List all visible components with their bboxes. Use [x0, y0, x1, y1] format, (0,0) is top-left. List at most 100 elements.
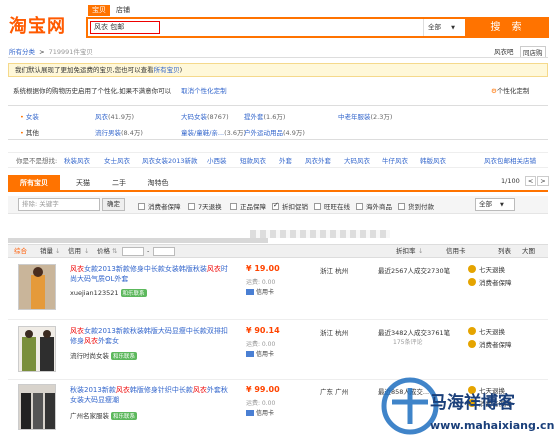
filter-checkbox[interactable]: 海外商品 — [356, 201, 392, 211]
category-item[interactable]: 流行男装(8.4万) — [95, 127, 143, 137]
filter-checkbox[interactable]: 货到付款 — [398, 201, 434, 211]
product-title[interactable]: 秋装2013新款风衣韩版修身针织中长款风衣外套秋女装大码显瘦潮 — [70, 385, 232, 405]
cancel-personalize-link[interactable]: 取消个性化定制 — [181, 87, 227, 95]
sort-credit[interactable]: 信用 — [68, 245, 81, 257]
category-item-name[interactable]: 大码女装 — [181, 113, 207, 121]
seller-name[interactable]: xuejian123521 — [70, 289, 119, 297]
exclude-keyword-input[interactable]: 排除: 关键字 — [18, 198, 100, 211]
checkbox-checked-icon[interactable] — [272, 201, 279, 210]
title-text: 秋装2013新款 — [70, 386, 116, 394]
next-page-button[interactable]: > — [537, 176, 549, 186]
filter-checkbox[interactable]: 正品保障 — [230, 201, 266, 211]
personalize-settings-label: 个性化定制 — [496, 87, 530, 95]
product-reviews[interactable]: 175条评论 — [393, 337, 422, 346]
notice-bar: 我们默认展现了更加免运费的宝贝,您也可以查看所有宝贝) — [8, 63, 548, 77]
checkbox-icon[interactable] — [398, 203, 405, 210]
seller-name[interactable]: 流行时尚女装 — [70, 352, 109, 360]
category-item[interactable]: 风衣(41.9万) — [95, 111, 134, 121]
checkbox-icon[interactable] — [230, 203, 237, 210]
suggestion-item[interactable]: 小西装 — [207, 153, 227, 169]
checkbox-icon[interactable] — [356, 203, 363, 210]
checkbox-icon[interactable] — [138, 203, 145, 210]
confirm-button[interactable]: 确定 — [102, 198, 125, 211]
filter-checkbox[interactable]: 折扣促销 — [272, 201, 308, 211]
price-min-input[interactable] — [122, 247, 144, 256]
filter-checkbox[interactable]: 消费者保障 — [138, 201, 181, 211]
filter-checkbox[interactable]: 7天退换 — [188, 201, 222, 211]
product-title[interactable]: 风衣女款2013新款秋装韩版大码显瘦中长款双排扣修身风衣外套女 — [70, 326, 232, 346]
contact-badge[interactable]: 和乐联系 — [111, 352, 138, 360]
checkbox-icon[interactable] — [188, 203, 195, 210]
product-price: ¥ 99.00 — [246, 385, 280, 394]
tab-all-items[interactable]: 所有宝贝 — [8, 175, 60, 192]
tab-secondhand[interactable]: 二手 — [104, 175, 134, 192]
suggestion-item[interactable]: 大码风衣 — [344, 153, 370, 169]
product-thumbnail[interactable] — [18, 264, 56, 310]
product-thumbnail[interactable] — [18, 384, 56, 430]
suggestion-item[interactable]: 韩版风衣 — [420, 153, 446, 169]
search-tab-items[interactable]: 宝贝 — [88, 5, 110, 16]
suggestion-item[interactable]: 风衣女装2013新款 — [142, 153, 198, 169]
contact-badge[interactable]: 和乐联系 — [111, 412, 138, 420]
search-button[interactable]: 搜 索 — [467, 17, 549, 38]
seller-name[interactable]: 广州名家服装 — [70, 412, 109, 420]
category-label-other: • 其他 — [20, 127, 39, 137]
link-fengyi-ba[interactable]: 风衣吧 — [494, 46, 514, 56]
sort-sales[interactable]: 销量 — [40, 245, 53, 257]
category-item-name[interactable]: 中老年服装 — [338, 113, 371, 121]
blurred-region — [250, 230, 390, 238]
category-item-name[interactable]: 户外运动用品 — [244, 129, 283, 137]
category-item[interactable]: 中老年服装(2.3万) — [338, 111, 392, 121]
category-item-name[interactable]: 风衣 — [95, 113, 108, 121]
product-thumbnail[interactable] — [18, 326, 56, 372]
watermark-url: www.mahaixiang.cn — [430, 419, 554, 432]
notice-all-items-link[interactable]: 所有宝贝 — [154, 66, 180, 74]
search-scope-select[interactable]: 全部 ▼ — [423, 19, 465, 36]
sort-default[interactable]: 综合 — [14, 245, 27, 257]
suggestion-item[interactable]: 短款风衣 — [240, 153, 266, 169]
filter-checkbox[interactable]: 旺旺在线 — [314, 201, 350, 211]
category-item-count: (41.9万) — [108, 113, 135, 121]
filter-all-select[interactable]: 全部 ▼ — [475, 198, 515, 211]
credit-card-toggle[interactable]: 信用卡 — [446, 245, 466, 257]
search-input[interactable]: 风衣 包邮 — [90, 21, 160, 34]
category-item-name[interactable]: 童装/童鞋/亲... — [181, 129, 224, 137]
tab-tmall[interactable]: 天猫 — [68, 175, 98, 192]
category-box: • 女装 风衣(41.9万) 大码女装(8767) 提外套(1.6万) 中老年服… — [8, 105, 548, 140]
sort-discount[interactable]: 折扣率 — [396, 245, 416, 257]
contact-badge[interactable]: 和乐联系 — [120, 289, 147, 297]
category-item-name[interactable]: 流行男装 — [95, 129, 121, 137]
taobao-logo[interactable]: 淘宝网 — [9, 12, 66, 38]
prev-page-button[interactable]: < — [524, 176, 537, 186]
suggestion-item[interactable]: 风衣外套 — [305, 153, 331, 169]
tab-special[interactable]: 淘特色 — [140, 175, 176, 192]
category-item[interactable]: 童装/童鞋/亲...(3.6万) — [181, 127, 246, 137]
category-label-women-text[interactable]: 女装 — [26, 113, 39, 121]
product-title[interactable]: 风衣女款2013新款修身中长款女装韩版秋装风衣时尚大码气质OL外套 — [70, 264, 232, 284]
suggestion-item[interactable]: 秋装风衣 — [64, 153, 90, 169]
credit-card-tag: 信用卡 — [246, 408, 274, 417]
sort-down-icon: ↓ — [418, 247, 424, 255]
page-indicator: 1/100 — [501, 177, 520, 185]
notice-text: 我们默认展现了更加免运费的宝贝,您也可以查看 — [15, 66, 154, 74]
credit-card-tag: 信用卡 — [246, 287, 274, 296]
credit-card-icon — [246, 289, 254, 295]
personalize-settings[interactable]: ⚙个性化定制 — [491, 85, 529, 95]
checkbox-icon[interactable] — [314, 203, 321, 210]
suggestion-item[interactable]: 女士风衣 — [104, 153, 130, 169]
category-item-count: (4.9万) — [283, 129, 305, 137]
category-item[interactable]: 户外运动用品(4.9万) — [244, 127, 305, 137]
breadcrumb-all-categories[interactable]: 所有分类 — [9, 48, 35, 56]
category-item[interactable]: 大码女装(8767) — [181, 111, 229, 121]
category-item[interactable]: 提外套(1.6万) — [244, 111, 285, 121]
view-grid-button[interactable]: 大图 — [522, 245, 535, 257]
credit-card-label: 信用卡 — [256, 351, 275, 358]
search-tab-shops[interactable]: 店铺 — [112, 5, 134, 16]
related-shops-link[interactable]: 风衣包邮相关店铺 — [484, 153, 536, 169]
sort-price[interactable]: 价格 — [97, 245, 110, 257]
category-item-name[interactable]: 提外套 — [244, 113, 264, 121]
suggestion-item[interactable]: 外套 — [279, 153, 292, 169]
view-list-button[interactable]: 列表 — [498, 245, 511, 257]
price-max-input[interactable] — [153, 247, 175, 256]
suggestion-item[interactable]: 牛仔风衣 — [382, 153, 408, 169]
